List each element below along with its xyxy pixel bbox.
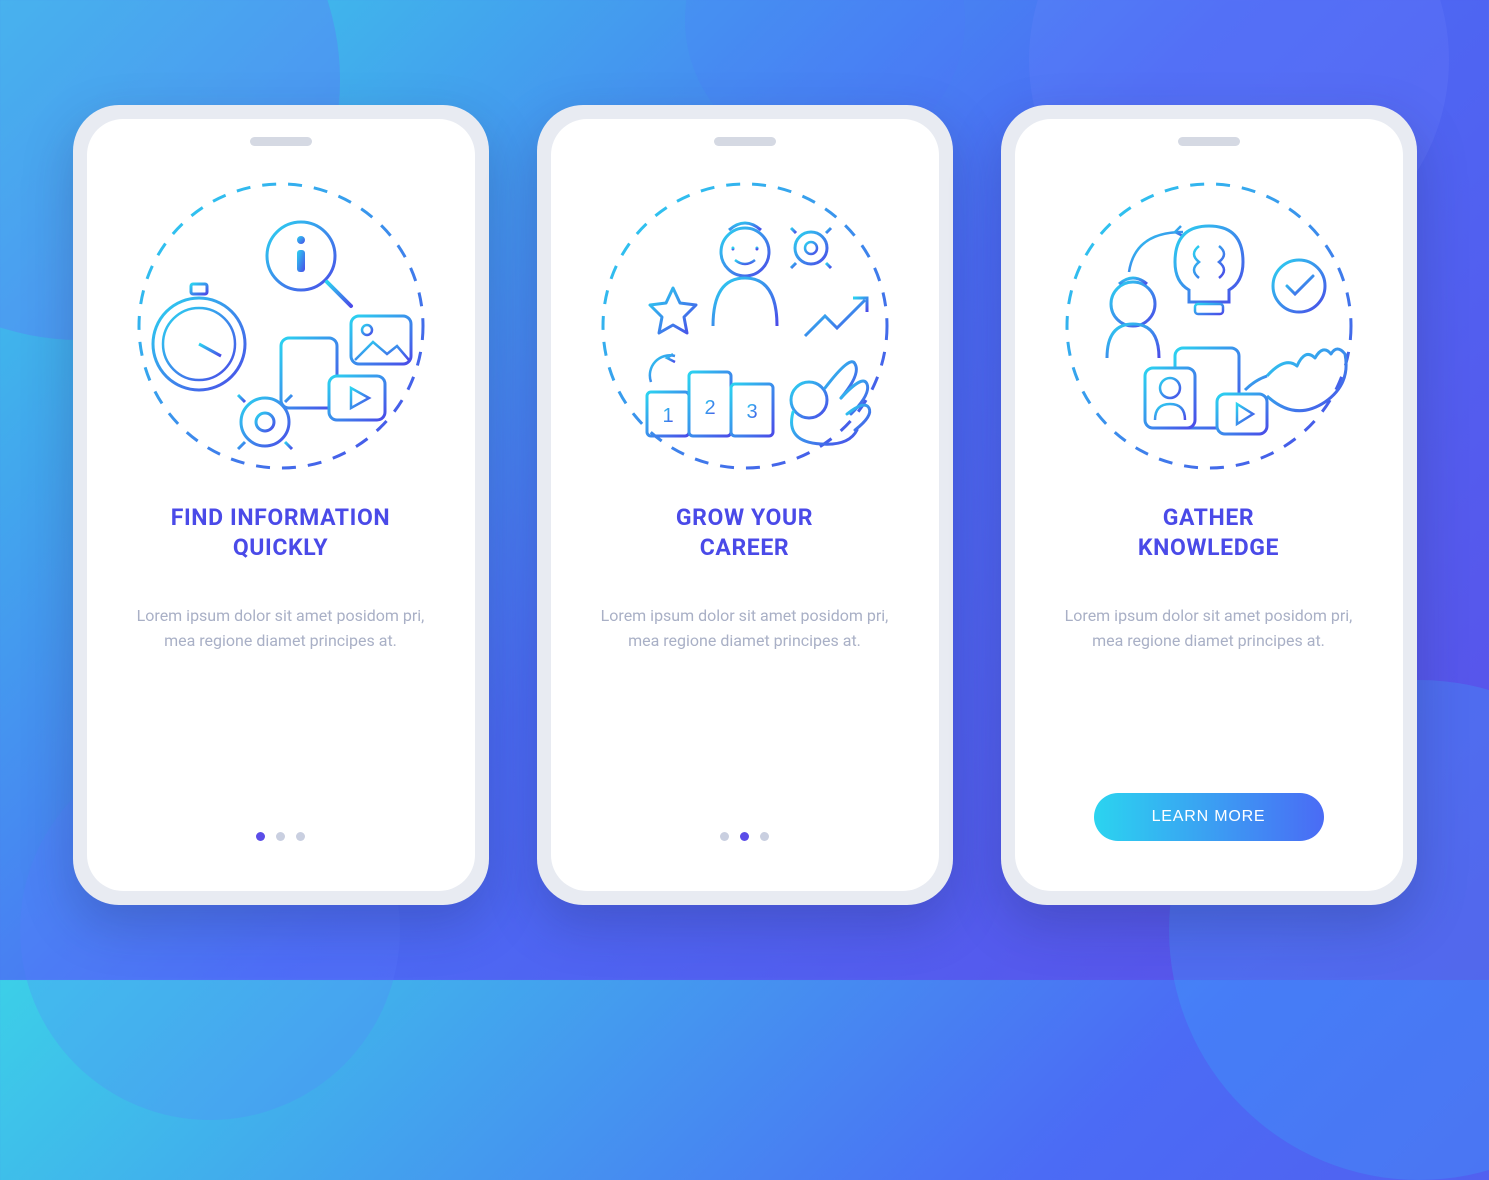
phone-mockup-3: GATHER KNOWLEDGE Lorem ipsum dolor sit a… — [1001, 105, 1417, 905]
onboarding-screen-2: 1 2 3 GROW YOUR CAREER Lorem ips — [551, 119, 939, 891]
phone-mockup-1: FIND INFORMATION QUICKLY Lorem ipsum dol… — [73, 105, 489, 905]
onboarding-title: FIND INFORMATION QUICKLY — [171, 503, 391, 564]
onboarding-title: GROW YOUR CAREER — [676, 503, 813, 564]
page-dot-3[interactable] — [760, 832, 769, 841]
grow-career-illustration: 1 2 3 — [595, 177, 895, 475]
page-indicator — [256, 832, 305, 841]
page-dot-3[interactable] — [296, 832, 305, 841]
onboarding-description: Lorem ipsum dolor sit amet posidom pri, … — [126, 604, 436, 654]
onboarding-description: Lorem ipsum dolor sit amet posidom pri, … — [1054, 604, 1364, 654]
onboarding-screen-1: FIND INFORMATION QUICKLY Lorem ipsum dol… — [87, 119, 475, 891]
page-dot-2[interactable] — [276, 832, 285, 841]
phone-mockup-2: 1 2 3 GROW YOUR CAREER Lorem ips — [537, 105, 953, 905]
page-indicator — [720, 832, 769, 841]
svg-text:3: 3 — [746, 401, 757, 423]
phone-row: FIND INFORMATION QUICKLY Lorem ipsum dol… — [0, 105, 1489, 905]
svg-text:1: 1 — [662, 405, 673, 427]
svg-text:2: 2 — [704, 397, 715, 419]
onboarding-screen-3: GATHER KNOWLEDGE Lorem ipsum dolor sit a… — [1015, 119, 1403, 891]
onboarding-title: GATHER KNOWLEDGE — [1138, 503, 1279, 564]
learn-more-button[interactable]: LEARN MORE — [1094, 793, 1324, 841]
find-info-illustration — [131, 177, 431, 475]
gather-knowledge-illustration — [1059, 177, 1359, 475]
phone-speaker — [1178, 137, 1240, 146]
page-dot-1[interactable] — [256, 832, 265, 841]
page-dot-2[interactable] — [740, 832, 749, 841]
phone-speaker — [714, 137, 776, 146]
phone-speaker — [250, 137, 312, 146]
onboarding-description: Lorem ipsum dolor sit amet posidom pri, … — [590, 604, 900, 654]
page-dot-1[interactable] — [720, 832, 729, 841]
